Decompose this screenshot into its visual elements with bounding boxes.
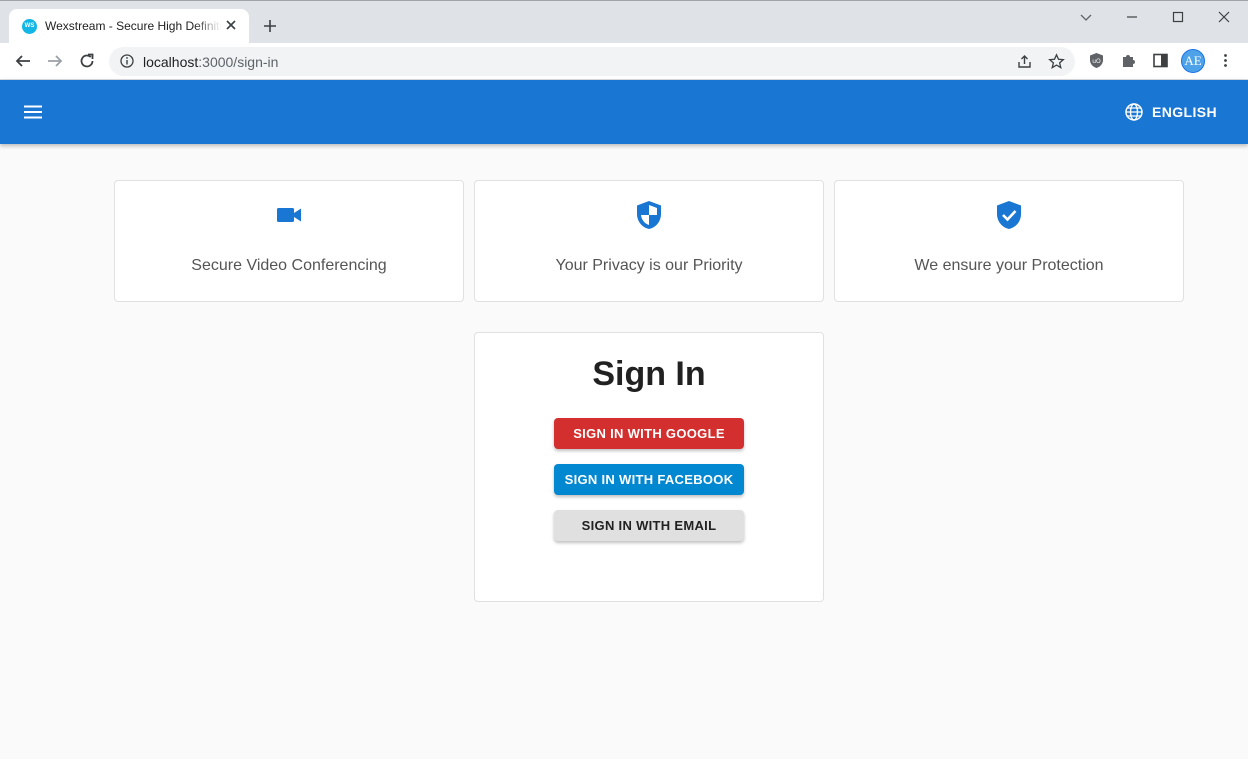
shield-extension-icon[interactable]: uO — [1088, 52, 1105, 69]
browser-toolbar: localhost:3000/sign-in uO AE — [0, 43, 1248, 80]
tab-title: Wexstream - Secure High Definition — [45, 19, 221, 33]
sign-in-title: Sign In — [592, 355, 706, 393]
feature-label: Secure Video Conferencing — [191, 257, 387, 274]
language-button[interactable]: ENGLISH — [1112, 96, 1229, 128]
address-bar[interactable]: localhost:3000/sign-in — [109, 47, 1075, 76]
verified-shield-icon — [997, 201, 1021, 229]
app-bar: ENGLISH — [0, 80, 1248, 144]
privacy-shield-icon — [637, 201, 661, 229]
hamburger-menu-icon[interactable] — [21, 100, 45, 124]
svg-text:uO: uO — [1092, 58, 1101, 65]
kebab-menu-icon[interactable] — [1217, 52, 1234, 69]
favicon-icon: WS — [22, 19, 37, 34]
videocam-icon — [277, 208, 301, 222]
feature-card-protection: We ensure your Protection — [834, 180, 1184, 302]
minimize-icon[interactable] — [1125, 10, 1139, 24]
info-icon[interactable] — [120, 54, 134, 68]
sign-in-email-button[interactable]: SIGN IN WITH EMAIL — [554, 510, 744, 541]
feature-label: We ensure your Protection — [914, 257, 1104, 274]
puzzle-extensions-icon[interactable] — [1120, 52, 1137, 69]
url-text: localhost:3000/sign-in — [143, 54, 279, 70]
feature-card-privacy: Your Privacy is our Priority — [474, 180, 824, 302]
close-tab-icon[interactable] — [223, 17, 239, 33]
new-tab-icon[interactable] — [262, 18, 278, 34]
sign-in-google-button[interactable]: SIGN IN WITH GOOGLE — [554, 418, 744, 449]
browser-tab[interactable]: WS Wexstream - Secure High Definition — [9, 9, 249, 44]
side-panel-icon[interactable] — [1152, 52, 1169, 69]
profile-avatar[interactable]: AE — [1181, 49, 1205, 73]
share-icon[interactable] — [1016, 53, 1033, 70]
forward-arrow-icon[interactable] — [46, 52, 64, 70]
maximize-icon[interactable] — [1171, 10, 1185, 24]
sign-in-facebook-button[interactable]: SIGN IN WITH FACEBOOK — [554, 464, 744, 495]
tab-search-icon[interactable] — [1079, 10, 1093, 24]
back-arrow-icon[interactable] — [14, 52, 32, 70]
browser-tab-strip: WS Wexstream - Secure High Definition — [0, 0, 1248, 44]
star-icon[interactable] — [1048, 53, 1065, 70]
sign-in-card: Sign In SIGN IN WITH GOOGLE SIGN IN WITH… — [474, 332, 824, 602]
feature-card-video: Secure Video Conferencing — [114, 180, 464, 302]
feature-label: Your Privacy is our Priority — [555, 257, 743, 274]
close-window-icon[interactable] — [1217, 10, 1231, 24]
language-label: ENGLISH — [1152, 104, 1218, 120]
globe-icon — [1125, 103, 1143, 121]
reload-icon[interactable] — [78, 52, 96, 70]
